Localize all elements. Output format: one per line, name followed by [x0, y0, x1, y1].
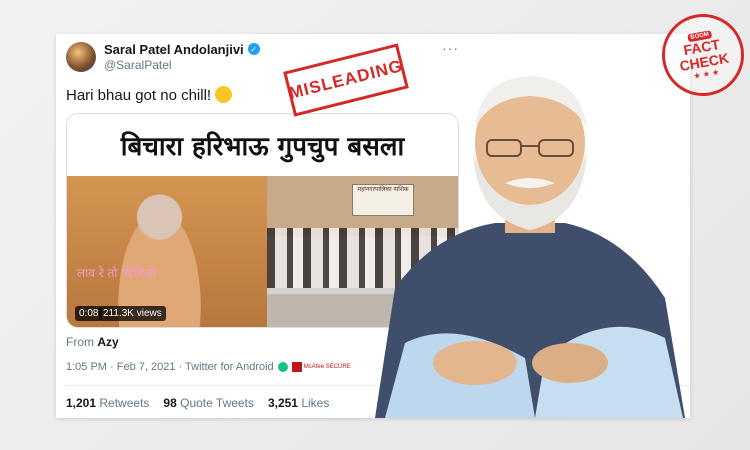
timestamp[interactable]: 1:05 PM · Feb 7, 2021 · Twitter for Andr…: [66, 361, 274, 373]
person-hand-right: [532, 343, 608, 383]
tweet-stats: 1,201 Retweets 98 Quote Tweets 3,251 Lik…: [66, 396, 329, 410]
media-caption-text: बिचारा हरिभाऊ गुपचुप बसला: [120, 132, 405, 162]
security-icon: [277, 362, 288, 372]
verified-icon: ✓: [247, 43, 260, 55]
from-label: From: [66, 335, 94, 349]
video-views: 211.3K views: [99, 306, 166, 321]
avatar[interactable]: [66, 42, 96, 72]
retweets-count: 1,201: [66, 396, 97, 410]
display-name[interactable]: Saral Patel Andolanjivi: [104, 42, 244, 57]
laughing-emoji-icon: [215, 86, 233, 103]
retweets-label: Retweets: [99, 396, 150, 410]
tweet-text: Hari bhau got no chill!: [66, 86, 233, 104]
author-row: Saral Patel Andolanjivi ✓: [104, 41, 260, 57]
tweet-text-body: Hari bhau got no chill!: [66, 87, 212, 104]
mcafee-badge: McAfee SECURE: [291, 362, 351, 372]
from-account[interactable]: Azy: [97, 335, 118, 349]
retweets-stat[interactable]: 1,201 Retweets: [66, 396, 149, 410]
tweet-meta: 1:05 PM · Feb 7, 2021 · Twitter for Andr…: [66, 361, 351, 373]
likes-count: 3,251: [267, 396, 298, 410]
likes-label: Likes: [301, 396, 330, 410]
person-hand-left: [433, 341, 517, 385]
from-line: From Azy: [66, 335, 119, 349]
more-icon[interactable]: ···: [442, 40, 459, 56]
person-photo: [375, 76, 685, 418]
quotes-stat[interactable]: 98 Quote Tweets: [163, 396, 254, 410]
quote-label: Quote Tweets: [180, 396, 254, 410]
mcafee-icon: [291, 362, 302, 372]
likes-stat[interactable]: 3,251 Likes: [268, 396, 329, 410]
quote-count: 98: [163, 396, 177, 410]
video-watermark: लाव रे तो व्हिडिओ: [77, 266, 156, 280]
background: Saral Patel Andolanjivi ✓ @SaralPatel ··…: [0, 0, 750, 450]
handle[interactable]: @SaralPatel: [104, 58, 172, 72]
mcafee-text: McAfee SECURE: [303, 363, 351, 370]
